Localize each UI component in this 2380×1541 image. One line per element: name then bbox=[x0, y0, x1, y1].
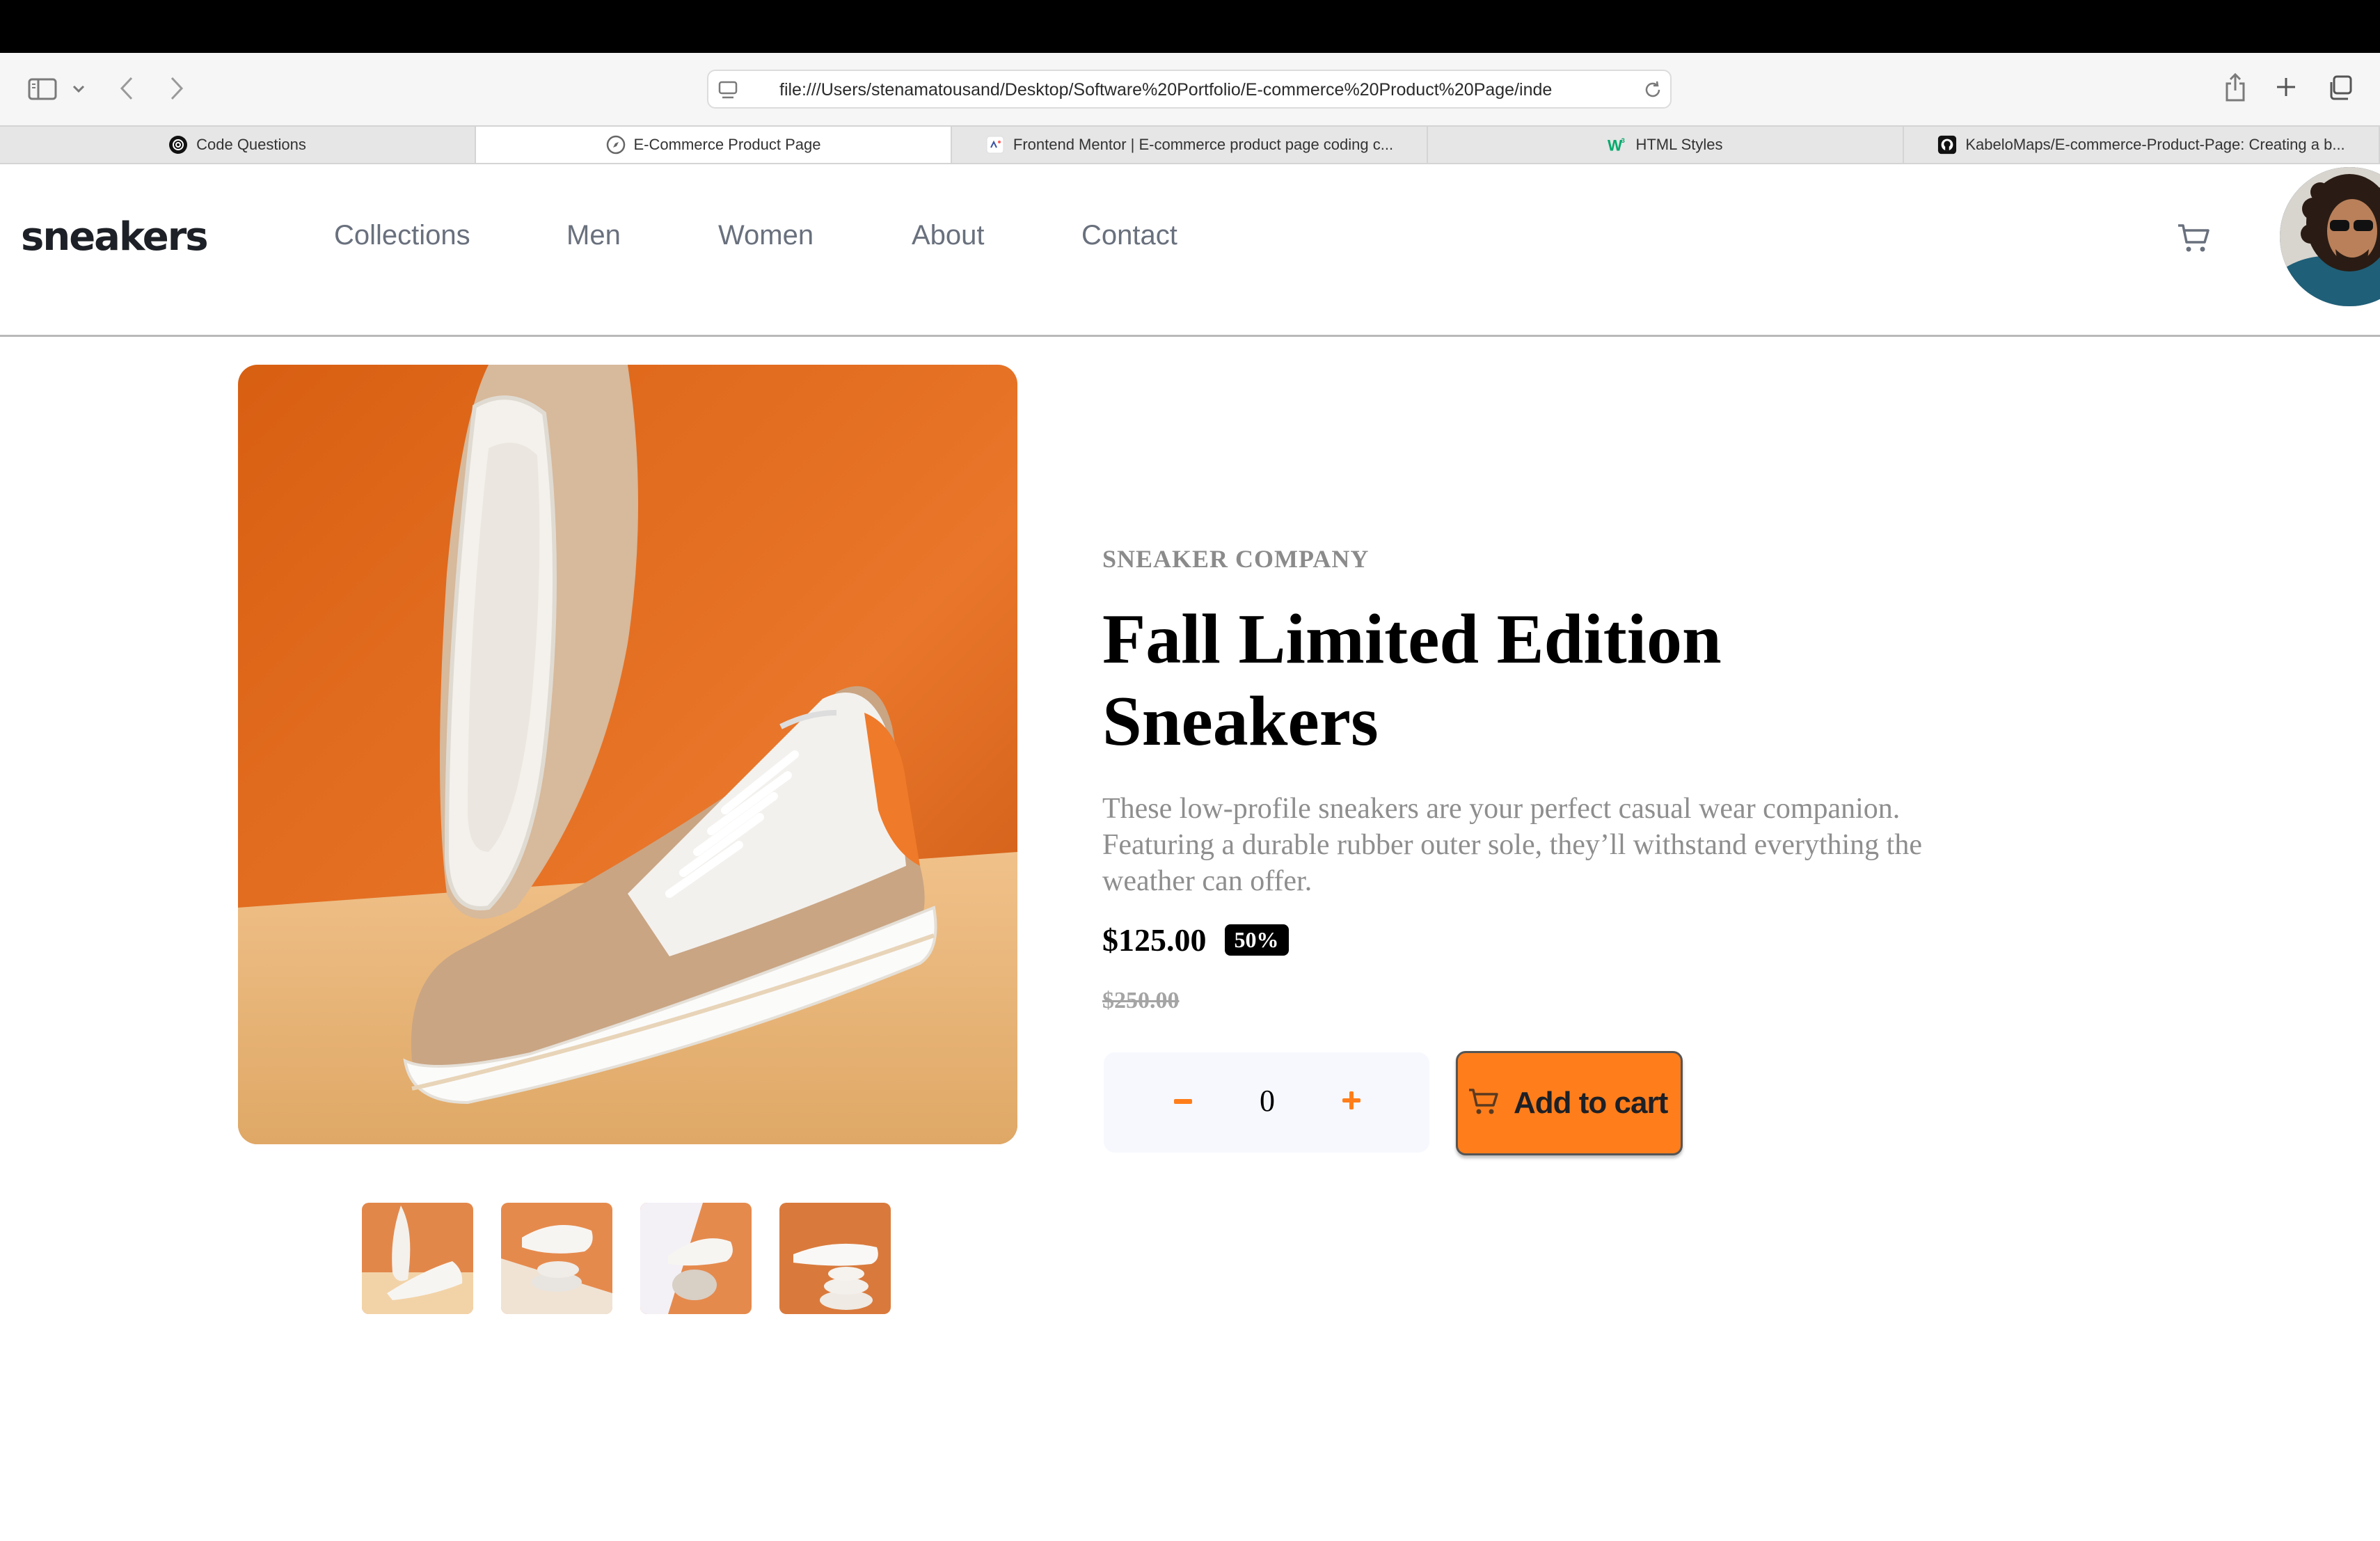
site-header: sneakers Collections Men Women About Con… bbox=[0, 164, 2380, 337]
sidebar-icon[interactable] bbox=[28, 78, 57, 100]
svg-text:3: 3 bbox=[1621, 137, 1625, 144]
nav-women[interactable]: Women bbox=[718, 220, 814, 251]
tab-ecommerce-product-page[interactable]: E-Commerce Product Page bbox=[476, 127, 952, 163]
product-description: These low-profile sneakers are your perf… bbox=[1102, 793, 1922, 897]
product-info: SNEAKER COMPANY Fall Limited Edition Sne… bbox=[1102, 544, 2007, 1014]
add-to-cart-label: Add to cart bbox=[1514, 1086, 1668, 1120]
nav-contact[interactable]: Contact bbox=[1081, 220, 1177, 251]
tab-html-styles[interactable]: W3 HTML Styles bbox=[1428, 127, 1904, 163]
site-logo[interactable]: sneakers bbox=[21, 214, 209, 260]
w3schools-icon: W3 bbox=[1608, 135, 1627, 155]
tab-github-repo[interactable]: KabeloMaps/E-commerce-Product-Page: Crea… bbox=[1904, 127, 2380, 163]
add-to-cart-button[interactable]: Add to cart bbox=[1456, 1051, 1683, 1155]
tab-label: Code Questions bbox=[196, 136, 306, 153]
compass-icon bbox=[606, 135, 626, 155]
reload-icon[interactable] bbox=[1642, 79, 1663, 104]
minus-icon bbox=[1174, 1096, 1192, 1108]
current-price: $125.00 bbox=[1102, 922, 1207, 958]
product-main-image[interactable] bbox=[238, 365, 1017, 1144]
company-label: SNEAKER COMPANY bbox=[1102, 545, 1370, 573]
tab-label: E-Commerce Product Page bbox=[633, 136, 821, 153]
cart-icon[interactable] bbox=[2177, 223, 2212, 258]
increase-button[interactable] bbox=[1332, 1084, 1371, 1119]
tab-label: KabeloMaps/E-commerce-Product-Page: Crea… bbox=[1965, 136, 2345, 153]
product-title-line-2: Sneakers bbox=[1102, 682, 1379, 761]
thumbnail-3[interactable] bbox=[640, 1203, 752, 1314]
decrease-button[interactable] bbox=[1164, 1084, 1203, 1119]
tab-label: Frontend Mentor | E-commerce product pag… bbox=[1013, 136, 1394, 153]
thumbnail-strip bbox=[362, 1203, 891, 1314]
original-price: $250.00 bbox=[1102, 988, 1180, 1013]
quantity-value[interactable]: 0 bbox=[1243, 1083, 1292, 1119]
github-icon bbox=[1937, 135, 1957, 155]
forward-icon[interactable] bbox=[170, 77, 184, 100]
product-title: Fall Limited Edition Sneakers bbox=[1102, 599, 2007, 763]
site-settings-icon[interactable] bbox=[718, 81, 739, 104]
thumbnail-4[interactable] bbox=[779, 1203, 891, 1314]
frontend-mentor-icon bbox=[985, 135, 1005, 155]
tab-frontend-mentor[interactable]: Frontend Mentor | E-commerce product pag… bbox=[952, 127, 1428, 163]
address-bar[interactable]: file:///Users/stenamatousand/Desktop/Sof… bbox=[707, 70, 1672, 109]
tab-bar: Code Questions E-Commerce Product Page F… bbox=[0, 125, 2380, 164]
url-text[interactable]: file:///Users/stenamatousand/Desktop/Sof… bbox=[779, 79, 1635, 100]
openai-icon bbox=[168, 135, 188, 155]
price-row: $125.00 50% bbox=[1102, 922, 2007, 958]
quantity-stepper: 0 bbox=[1104, 1052, 1429, 1153]
new-tab-icon[interactable] bbox=[2276, 77, 2296, 97]
back-icon[interactable] bbox=[120, 77, 134, 100]
share-icon[interactable] bbox=[2224, 72, 2246, 102]
plus-icon bbox=[1342, 1091, 1360, 1113]
cart-icon bbox=[1468, 1087, 1500, 1120]
nav-men[interactable]: Men bbox=[566, 220, 621, 251]
thumbnail-2[interactable] bbox=[501, 1203, 612, 1314]
chevron-down-icon[interactable] bbox=[72, 85, 85, 93]
thumbnail-1[interactable] bbox=[362, 1203, 473, 1314]
nav-collections[interactable]: Collections bbox=[334, 220, 470, 251]
tab-label: HTML Styles bbox=[1635, 136, 1723, 153]
system-menu-bar bbox=[0, 0, 2380, 53]
nav-about[interactable]: About bbox=[912, 220, 985, 251]
tab-overview-icon[interactable] bbox=[2327, 75, 2352, 100]
discount-badge: 50% bbox=[1224, 924, 1289, 956]
user-avatar[interactable] bbox=[2280, 167, 2380, 306]
product-title-line-1: Fall Limited Edition bbox=[1102, 600, 1722, 679]
tab-code-questions[interactable]: Code Questions bbox=[0, 127, 476, 163]
browser-toolbar: file:///Users/stenamatousand/Desktop/Sof… bbox=[0, 53, 2380, 125]
